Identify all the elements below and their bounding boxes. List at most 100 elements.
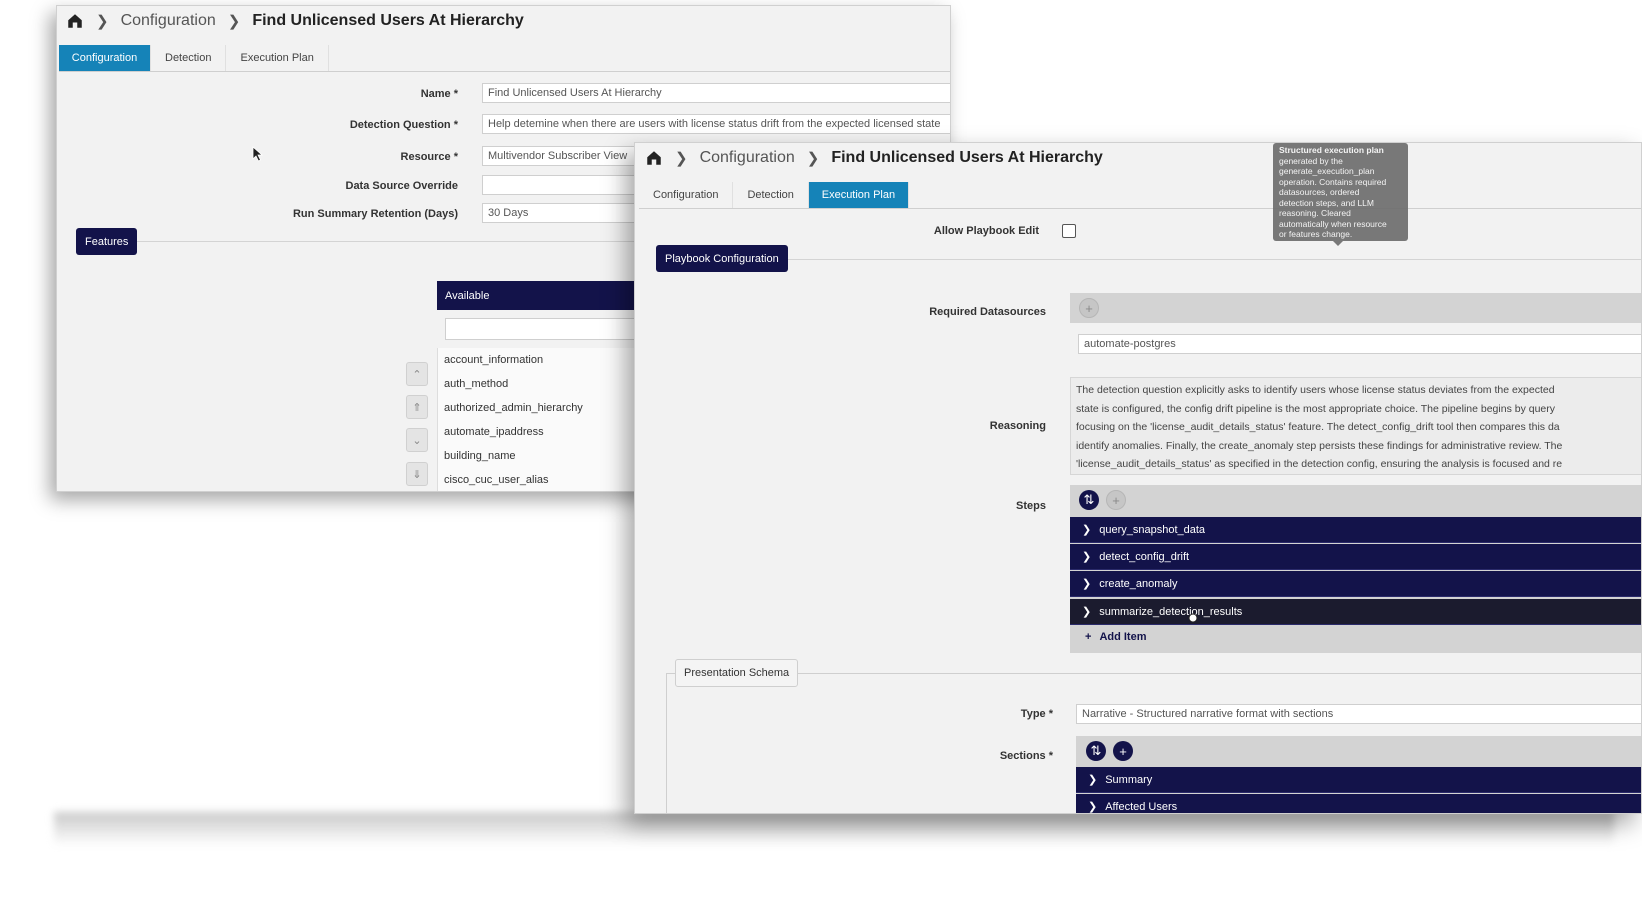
reasoning-line: 'license_audit_details_status' as specif… [1076,458,1563,470]
reorder-sections-button[interactable]: ⇅ [1086,741,1106,761]
run-summary-retention-label: Run Summary Retention (Days) [292,208,458,220]
breadcrumb: ❯ Configuration ❯ Find Unlicensed Users … [66,12,524,30]
tab-detection[interactable]: Detection [151,45,227,71]
add-datasource-button[interactable]: + [1079,298,1099,318]
section-label: Affected Users [1105,800,1178,813]
step-label: detect_config_drift [1099,550,1190,563]
breadcrumb-configuration[interactable]: Configuration [700,149,795,167]
double-chevron-down-icon: ⇓ [412,468,422,481]
tooltip-line: operation. Contains required [1279,176,1387,187]
step-label: summarize_detection_results [1099,605,1243,618]
reasoning-label: Reasoning [989,420,1046,432]
home-icon[interactable] [645,149,663,167]
reasoning-line: state is configured, the config drift pi… [1076,402,1556,415]
detection-question-field[interactable]: Help detemine when there are users with … [482,114,950,134]
list-item[interactable]: authorized_admin_hierarchy [438,396,637,420]
plus-icon: + [1112,492,1120,508]
tooltip-line: reasoning. Cleared [1279,208,1351,218]
step-label: query_snapshot_data [1099,523,1206,536]
move-down-button[interactable]: ⌄ [406,428,428,452]
chevron-right-icon: ❯ [1082,551,1092,563]
plus-icon: + [1119,743,1127,759]
sections-label: Sections * [999,750,1053,762]
breadcrumb-current: Find Unlicensed Users At Hierarchy [831,149,1103,166]
divider [785,259,1641,260]
tab-execution-plan[interactable]: Execution Plan [226,45,329,71]
tab-execution-plan[interactable]: Execution Plan [808,182,909,208]
hand-cursor-icon [1188,613,1198,623]
name-label: Name * [420,88,458,100]
plus-icon: + [1085,300,1093,316]
chevron-right-icon: ❯ [1082,524,1092,536]
list-item[interactable]: cisco_cuc_user_alias [438,468,637,491]
move-top-button[interactable]: ⇑ [406,395,428,419]
tab-configuration[interactable]: Configuration [59,45,151,71]
step-row[interactable]: ❯ summarize_detection_results [1070,599,1641,625]
chevron-up-icon: ⌃ [412,368,422,381]
reorder-steps-button[interactable]: ⇅ [1079,490,1099,510]
type-select[interactable]: Narrative - Structured narrative format … [1076,704,1641,724]
available-list: account_information auth_method authoriz… [437,348,637,491]
section-row[interactable]: ❯ Affected Users [1076,794,1641,813]
tooltip-line: detection steps, and LLM [1279,197,1374,208]
tab-bar: Configuration Detection Execution Plan [59,45,950,72]
datasources-toolbar [1070,293,1641,323]
chevron-right-icon: ❯ [806,150,820,167]
allow-playbook-edit-label: Allow Playbook Edit [933,225,1039,237]
double-chevron-up-icon: ⇑ [412,401,422,414]
execution-plan-tooltip: Structured execution plan generated by t… [1273,143,1408,246]
name-field[interactable]: Find Unlicensed Users At Hierarchy [482,83,950,103]
chevron-right-icon: ❯ [1088,801,1098,813]
step-row[interactable]: ❯ query_snapshot_data [1070,517,1641,543]
chevron-right-icon: ❯ [675,150,688,167]
chevron-right-icon: ❯ [1088,774,1098,786]
reasoning-textarea[interactable]: The detection question explicitly asks t… [1070,377,1641,475]
run-summary-retention-field[interactable]: 30 Days [482,203,642,223]
reasoning-line: identify anomalies. Finally, the create_… [1076,439,1563,452]
tab-detection[interactable]: Detection [733,182,809,208]
move-up-button[interactable]: ⌃ [406,362,428,386]
background-area [54,492,636,814]
playbook-configuration-label: Playbook Configuration [656,245,788,272]
required-datasources-label: Required Datasources [929,306,1046,318]
home-icon[interactable] [66,12,84,30]
detection-question-label: Detection Question * [349,119,458,131]
chevron-right-icon: ❯ [1082,606,1092,618]
features-section-label: Features [76,228,138,255]
tab-configuration[interactable]: Configuration [639,182,734,208]
available-search-input[interactable] [445,318,635,340]
sort-icon: ⇅ [1083,492,1095,507]
move-bottom-button[interactable]: ⇓ [406,462,428,486]
resource-select[interactable]: Multivendor Subscriber View [482,146,642,166]
allow-playbook-edit-checkbox[interactable] [1062,224,1076,238]
list-item[interactable]: automate_ipaddress [438,420,637,444]
chevron-down-icon: ⌄ [412,434,422,447]
tooltip-line: or features change. [1279,229,1353,239]
datasource-field[interactable]: automate-postgres [1078,334,1641,354]
tooltip-line: generated by the [1279,155,1343,166]
breadcrumb-configuration[interactable]: Configuration [121,12,216,30]
data-source-override-label: Data Source Override [345,180,459,192]
presentation-schema-label: Presentation Schema [675,659,799,687]
tab-bar: Configuration Detection Execution Plan [639,182,1641,209]
list-item[interactable]: auth_method [438,372,637,396]
step-label: create_anomaly [1099,577,1178,590]
chevron-right-icon: ❯ [1082,578,1092,590]
add-section-button[interactable]: + [1113,741,1133,761]
data-source-override-field[interactable] [482,175,642,195]
tooltip-line: generate_execution_plan [1279,166,1375,176]
tooltip-line: automatically when resource [1279,218,1387,229]
list-item[interactable]: building_name [438,444,637,468]
add-step-button[interactable]: + [1106,490,1126,510]
type-label: Type * [1020,708,1053,720]
window-shadow [54,812,1614,846]
add-item-label: Add Item [1099,631,1147,643]
list-item[interactable]: account_information [438,348,637,372]
section-row[interactable]: ❯ Summary [1076,767,1641,793]
add-item-button[interactable]: + Add Item [1085,631,1147,643]
tooltip-title: Structured execution plan [1279,145,1384,155]
reasoning-line: focusing on the 'license_audit_details_s… [1076,421,1560,433]
step-row[interactable]: ❯ detect_config_drift [1070,544,1641,570]
step-row[interactable]: ❯ create_anomaly [1070,571,1641,597]
plus-icon: + [1085,631,1092,643]
